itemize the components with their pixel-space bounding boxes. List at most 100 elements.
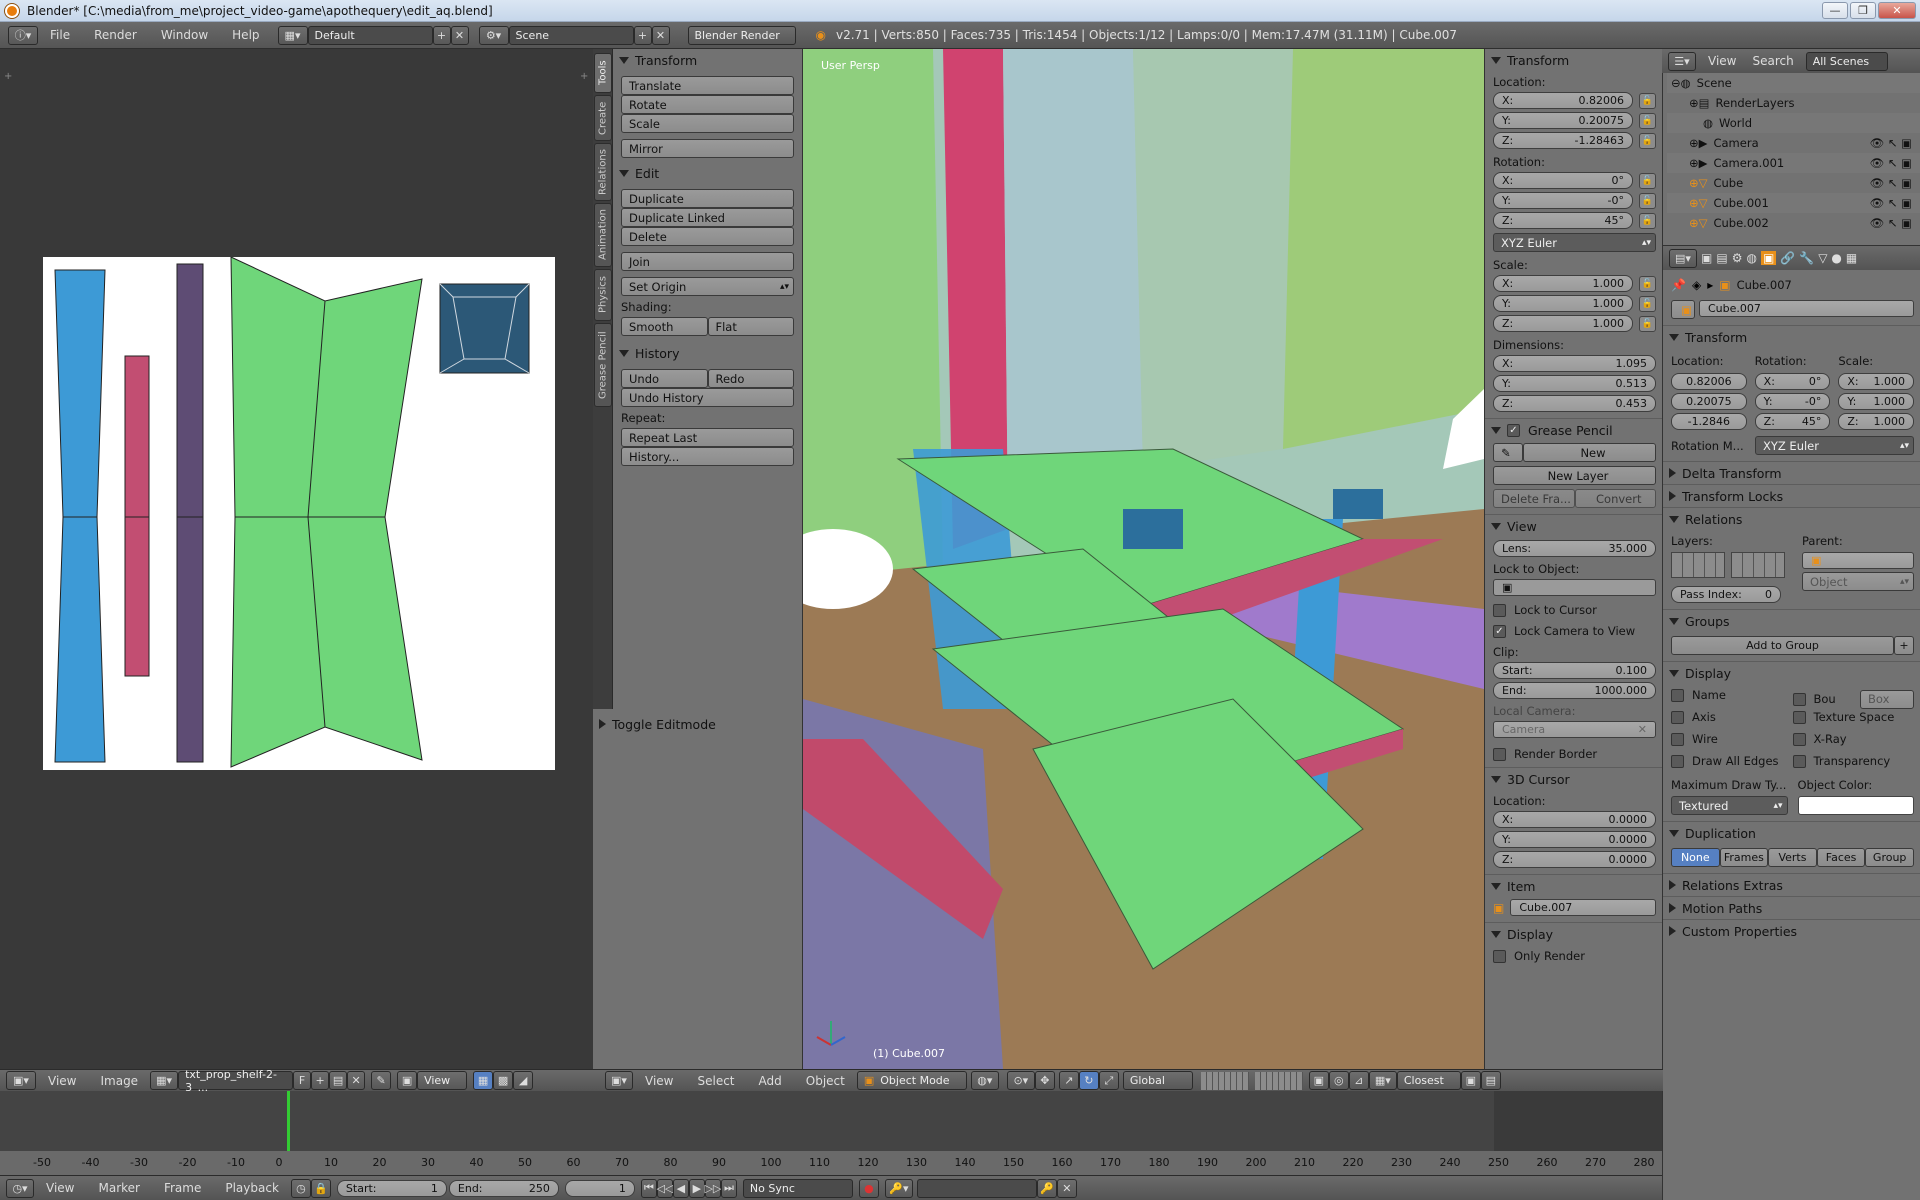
- jump-end-icon[interactable]: ⏭: [720, 1178, 737, 1198]
- open-image-icon[interactable]: ▤: [329, 1071, 348, 1090]
- outliner-view-menu[interactable]: View: [1696, 54, 1748, 68]
- corner-plus-icon[interactable]: +: [4, 71, 12, 82]
- visibility-icons[interactable]: 👁 ↖ ▣: [1870, 196, 1912, 210]
- snap-element-icon[interactable]: ▦▾: [1368, 1071, 1397, 1090]
- editor-type-outliner-icon[interactable]: ☰▾: [1668, 51, 1696, 71]
- dup-verts-button[interactable]: Verts: [1768, 848, 1817, 867]
- layers-grid[interactable]: [1254, 1071, 1303, 1090]
- preview-range-icon[interactable]: ◷: [290, 1178, 311, 1198]
- lock-icon[interactable]: 🔓: [1639, 112, 1656, 129]
- screen-layout-dropdown[interactable]: Default: [307, 25, 433, 45]
- layers-grid[interactable]: [1671, 552, 1794, 578]
- lock-icon[interactable]: 🔓: [1639, 212, 1656, 229]
- tab-tools[interactable]: Tools: [594, 53, 612, 93]
- duplication-header[interactable]: Duplication: [1663, 822, 1920, 844]
- render-tab-icon[interactable]: ▣: [1701, 251, 1712, 265]
- pin-icon[interactable]: ✎: [371, 1071, 392, 1090]
- tab-physics[interactable]: Physics: [594, 269, 612, 321]
- obj-loc-z-field[interactable]: -1.2846: [1671, 413, 1747, 430]
- set-origin-dropdown[interactable]: Set Origin ▴▾: [621, 277, 794, 296]
- object-color-swatch[interactable]: [1797, 796, 1914, 815]
- menu-file[interactable]: File: [38, 28, 82, 42]
- outliner-search-menu[interactable]: Search: [1748, 54, 1797, 68]
- motion-paths-header[interactable]: Motion Paths: [1663, 897, 1920, 919]
- rotate-manipulator-icon[interactable]: ↻: [1078, 1071, 1099, 1090]
- lock-camera-row[interactable]: ✓ Lock Camera to View: [1493, 624, 1656, 638]
- jump-start-icon[interactable]: ⏮: [640, 1178, 657, 1198]
- render-layer-icon[interactable]: ▣: [1308, 1071, 1329, 1090]
- item-panel-header[interactable]: Item: [1485, 875, 1662, 897]
- display-transparency-row[interactable]: Transparency: [1792, 754, 1915, 776]
- new-image-icon[interactable]: +: [311, 1071, 330, 1090]
- corner-plus-icon[interactable]: +: [580, 71, 588, 82]
- convert-button[interactable]: Convert: [1574, 489, 1656, 508]
- duplicate-linked-button[interactable]: Duplicate Linked: [621, 208, 794, 227]
- uv-texture-canvas[interactable]: [43, 257, 555, 770]
- translate-manipulator-icon[interactable]: ↗: [1058, 1071, 1079, 1090]
- add-group-icon[interactable]: +: [1894, 636, 1914, 655]
- rotation-mode-dropdown[interactable]: XYZ Euler ▴▾: [1493, 233, 1656, 252]
- mirror-button[interactable]: Mirror: [621, 139, 794, 158]
- timeline[interactable]: -50 -40 -30 -20 -10 0 10 20 30 40 50 60 70 80 90 100 110…: [0, 1091, 1662, 1175]
- menu-render[interactable]: Render: [82, 28, 149, 42]
- undo-history-button[interactable]: Undo History: [621, 388, 794, 407]
- keying-set-field[interactable]: [916, 1178, 1037, 1198]
- display-panel-header[interactable]: Display: [1485, 923, 1662, 945]
- new-layer-button[interactable]: New Layer: [1493, 466, 1656, 485]
- groups-header[interactable]: Groups: [1663, 610, 1920, 632]
- lock-camera-checkbox[interactable]: ✓: [1493, 625, 1506, 638]
- tl-view-menu[interactable]: View: [34, 1181, 86, 1195]
- new-grease-button[interactable]: New: [1523, 443, 1656, 462]
- lock-cursor-checkbox[interactable]: [1493, 604, 1506, 617]
- view-panel-header[interactable]: View: [1485, 515, 1662, 537]
- tab-relations[interactable]: Relations: [594, 143, 612, 201]
- obj-rot-z-field[interactable]: Z: 45°: [1754, 413, 1831, 430]
- vp-view-menu[interactable]: View: [633, 1074, 685, 1088]
- obj-rot-y-field[interactable]: Y: -0°: [1754, 393, 1831, 410]
- draw-type-dropdown[interactable]: Textured ▴▾: [1671, 796, 1788, 815]
- tab-animation[interactable]: Animation: [594, 203, 612, 267]
- tab-create[interactable]: Create: [594, 95, 612, 141]
- scale-x-field[interactable]: X: 1.000: [1493, 275, 1633, 292]
- only-render-row[interactable]: Only Render: [1485, 949, 1662, 963]
- transform-panel-header[interactable]: Transform: [1485, 49, 1662, 71]
- parent-field[interactable]: ▣: [1802, 552, 1914, 569]
- history-panel-header[interactable]: History: [613, 342, 802, 364]
- clip-start-field[interactable]: Start: 0.100: [1493, 662, 1656, 679]
- outliner-item-scene[interactable]: ⊖◍ Scene: [1667, 73, 1920, 93]
- screen-layout-icon[interactable]: ▦▾: [277, 25, 308, 45]
- vp-add-menu[interactable]: Add: [747, 1074, 794, 1088]
- scene-tab-icon[interactable]: ⚙: [1732, 251, 1743, 265]
- tab-grease-pencil[interactable]: Grease Pencil: [594, 323, 612, 407]
- transform-orientation-dropdown[interactable]: Global: [1122, 1071, 1193, 1090]
- remove-layout-icon[interactable]: ✕: [450, 25, 469, 45]
- data-tab-icon[interactable]: ▽: [1818, 251, 1827, 265]
- object-name-field[interactable]: Cube.007: [1699, 300, 1914, 317]
- join-button[interactable]: Join: [621, 252, 794, 271]
- parent-type-dropdown[interactable]: Object ▴▾: [1802, 572, 1914, 591]
- cursor-z-field[interactable]: Z: 0.0000: [1493, 851, 1656, 868]
- outliner-scope-dropdown[interactable]: All Scenes: [1805, 51, 1888, 71]
- outliner-item-camera[interactable]: ⊕▶ Camera 👁 ↖ ▣: [1667, 133, 1920, 153]
- object-data-icon[interactable]: ▣: [1671, 300, 1695, 319]
- lock-object-field[interactable]: ▣: [1493, 579, 1656, 596]
- keying-set-icon[interactable]: 🔑▾: [884, 1178, 913, 1198]
- opengl-anim-icon[interactable]: ▤: [1480, 1071, 1501, 1090]
- edit-panel-header[interactable]: Edit: [613, 162, 802, 184]
- checkbox[interactable]: [1792, 711, 1806, 724]
- item-name-field[interactable]: Cube.007: [1510, 899, 1656, 916]
- outliner-item-cube-001[interactable]: ⊕▽ Cube.001 👁 ↖ ▣: [1667, 193, 1920, 213]
- outliner-item-renderlayers[interactable]: ⊕▤ RenderLayers: [1667, 93, 1920, 113]
- repeat-last-button[interactable]: Repeat Last: [621, 428, 794, 447]
- relations-extras-header[interactable]: Relations Extras: [1663, 874, 1920, 896]
- world-tab-icon[interactable]: ◍: [1746, 251, 1756, 265]
- checkbox[interactable]: [1671, 755, 1684, 768]
- lock-icon[interactable]: 🔓: [1639, 295, 1656, 312]
- editor-type-timeline-icon[interactable]: ◷▾: [6, 1178, 34, 1198]
- tl-playback-menu[interactable]: Playback: [213, 1181, 291, 1195]
- clip-end-field[interactable]: End: 1000.000: [1493, 682, 1656, 699]
- pivot-point-icon[interactable]: ⊙▾: [1006, 1071, 1035, 1090]
- dup-none-button[interactable]: None: [1671, 848, 1720, 867]
- alpha-display-icon[interactable]: ▩: [493, 1071, 514, 1090]
- material-tab-icon[interactable]: ●: [1831, 251, 1841, 265]
